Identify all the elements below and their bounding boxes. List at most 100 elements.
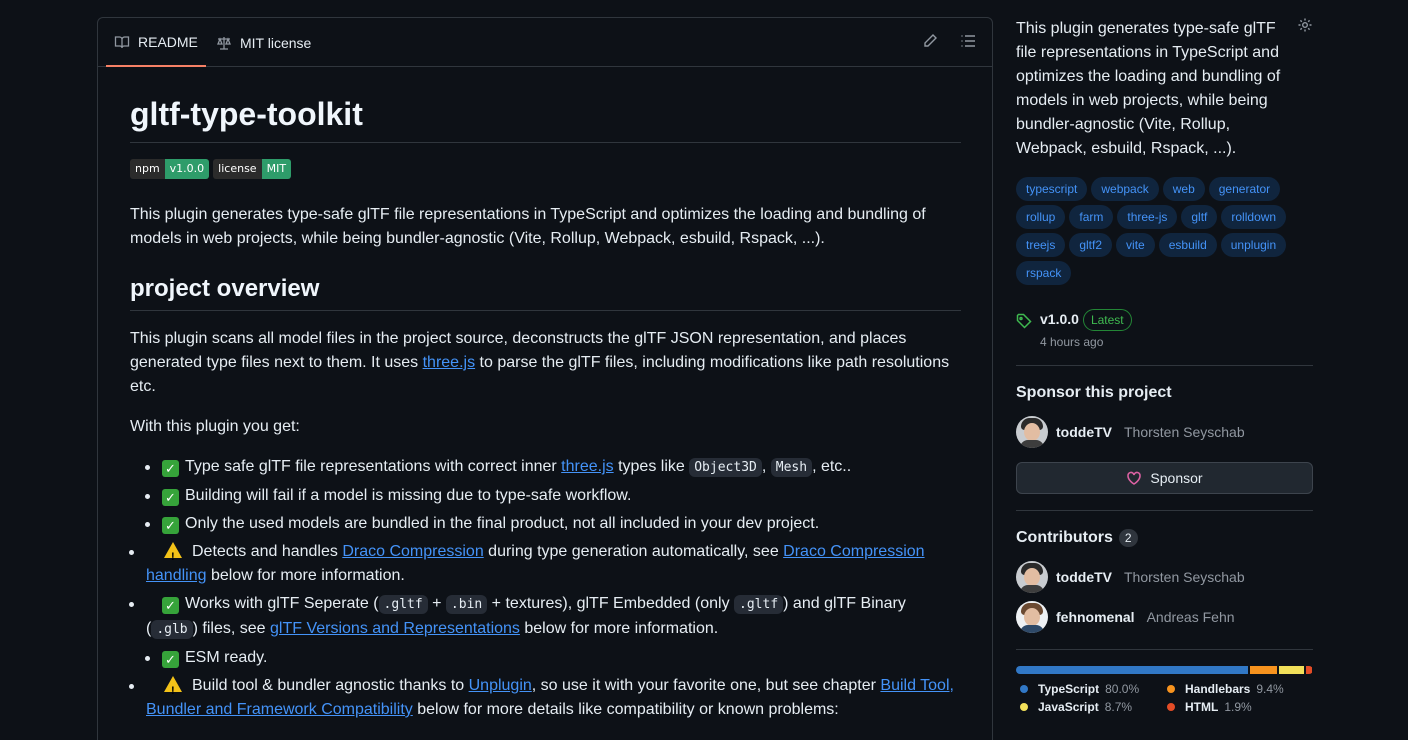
language-name: Handlebars: [1185, 682, 1251, 696]
topic-tag[interactable]: farm: [1069, 205, 1114, 229]
threejs-link[interactable]: three.js: [423, 354, 475, 371]
release-version[interactable]: v1.0.0: [1040, 311, 1079, 327]
tab-license-label: MIT license: [240, 34, 312, 51]
latest-release[interactable]: v1.0.0 Latest 4 hours ago: [1016, 309, 1313, 349]
topic-tag[interactable]: webpack: [1091, 177, 1159, 201]
draco-compression-link[interactable]: Draco Compression: [342, 543, 483, 560]
contributors-heading: Contributors 2: [1016, 529, 1313, 547]
threejs-link[interactable]: three.js: [561, 458, 613, 475]
contributors-label[interactable]: Contributors: [1016, 529, 1113, 547]
avatar[interactable]: [1016, 601, 1048, 633]
contributor-item[interactable]: toddeTV Thorsten Seyschab: [1016, 561, 1313, 593]
feature-text: below for more information.: [206, 567, 405, 584]
language-percent: 80.0%: [1105, 682, 1140, 696]
readme-title: gltf-type-toolkit: [130, 96, 961, 143]
list-item: ✓ ESM ready.: [145, 646, 961, 670]
code-object3d: Object3D: [689, 458, 762, 477]
language-bar-segment: [1306, 666, 1312, 674]
feature-text: ) files, see: [192, 620, 270, 637]
list-item: ✓ Type safe glTF file representations wit…: [145, 455, 961, 480]
contributor-login[interactable]: fehnomenal: [1056, 609, 1135, 625]
latest-badge: Latest: [1082, 309, 1132, 331]
topic-tag[interactable]: rolldown: [1221, 205, 1287, 229]
sponsor-button-label: Sponsor: [1150, 470, 1203, 486]
contributor-fullname: Thorsten Seyschab: [1124, 569, 1245, 585]
code-glb: .glb: [151, 620, 193, 639]
feature-text: +: [427, 595, 446, 612]
topic-tag[interactable]: web: [1162, 177, 1205, 201]
readme-panel: README MIT license gltf-type-toolkit npm…: [97, 17, 993, 740]
sponsor-fullname: Thorsten Seyschab: [1124, 424, 1245, 440]
code-gltf: .gltf: [378, 595, 428, 614]
tab-readme[interactable]: README: [106, 18, 206, 67]
topic-tag[interactable]: gltf: [1181, 205, 1218, 229]
feature-text: during type generation automatically, se…: [483, 543, 784, 560]
sponsor-button[interactable]: Sponsor: [1016, 462, 1313, 494]
overview-paragraph: This plugin scans all model files in the…: [130, 327, 961, 399]
language-item[interactable]: JavaScript 8.7%: [1020, 700, 1167, 714]
check-icon: ✓: [162, 460, 179, 477]
unplugin-link[interactable]: Unplugin: [469, 677, 532, 694]
contributor-item[interactable]: fehnomenal Andreas Fehn: [1016, 601, 1313, 633]
contributors-count: 2: [1118, 529, 1138, 547]
topic-tag[interactable]: three-js: [1117, 205, 1178, 229]
readme-description: This plugin generates type-safe glTF fil…: [130, 206, 926, 247]
topic-tag[interactable]: typescript: [1016, 177, 1088, 201]
sponsor-person[interactable]: toddeTV Thorsten Seyschab: [1016, 416, 1313, 448]
sponsor-login[interactable]: toddeTV: [1056, 424, 1112, 440]
language-item[interactable]: HTML 1.9%: [1167, 700, 1307, 714]
list-icon[interactable]: [960, 33, 976, 49]
warning-icon: [164, 676, 182, 703]
contributor-login[interactable]: toddeTV: [1056, 569, 1112, 585]
gear-icon[interactable]: [1297, 17, 1313, 38]
feature-text: , etc..: [812, 458, 852, 475]
topic-tag[interactable]: generator: [1208, 177, 1281, 201]
language-dot: [1020, 685, 1028, 693]
list-item: ✓ Building will fail if a model is missin…: [145, 484, 961, 508]
license-badge[interactable]: license MIT: [213, 159, 292, 179]
avatar[interactable]: [1016, 561, 1048, 593]
topic-tag[interactable]: rspack: [1016, 261, 1072, 285]
badge-key: license: [213, 159, 262, 179]
badge-value: v1.0.0: [164, 159, 210, 179]
topic-tag[interactable]: rollup: [1016, 205, 1066, 229]
topic-tag[interactable]: unplugin: [1220, 233, 1287, 257]
tab-license[interactable]: MIT license: [216, 18, 311, 67]
language-bar: [1016, 666, 1313, 674]
contributor-fullname: Andreas Fehn: [1146, 609, 1235, 625]
topic-tag[interactable]: esbuild: [1158, 233, 1217, 257]
badge-key: npm: [130, 159, 165, 179]
feature-text: types like: [613, 458, 690, 475]
about-description: This plugin generates type-safe glTF fil…: [1016, 20, 1281, 157]
language-bar-segment: [1250, 666, 1278, 674]
feature-text: ,: [761, 458, 771, 475]
check-icon: ✓: [162, 517, 179, 534]
avatar[interactable]: [1016, 416, 1048, 448]
feature-text: , so use it with your favorite one, but …: [531, 677, 881, 694]
feature-text: Build tool & bundler agnostic thanks to: [192, 677, 469, 694]
check-icon: ✓: [162, 489, 179, 506]
law-icon: [217, 36, 231, 50]
topic-tag[interactable]: gltf2: [1069, 233, 1113, 257]
topic-tag[interactable]: treejs: [1016, 233, 1066, 257]
list-item: Detects and handles Draco Compression du…: [129, 540, 961, 588]
language-item[interactable]: TypeScript 80.0%: [1020, 682, 1167, 696]
language-dot: [1020, 703, 1028, 711]
pencil-icon[interactable]: [922, 33, 938, 49]
badges: npm v1.0.0 license MIT: [130, 159, 961, 179]
language-name: HTML: [1185, 700, 1219, 714]
npm-badge[interactable]: npm v1.0.0: [130, 159, 210, 179]
language-dot: [1167, 685, 1175, 693]
badge-value: MIT: [261, 159, 292, 179]
gltf-versions-link[interactable]: glTF Versions and Representations: [270, 620, 520, 637]
language-percent: 9.4%: [1256, 682, 1284, 696]
features-list: ✓ Type safe glTF file representations wit…: [129, 455, 961, 722]
tag-icon: [1016, 313, 1032, 329]
list-item: ✓ Only the used models are bundled in the…: [145, 512, 961, 536]
language-percent: 8.7%: [1104, 700, 1133, 714]
language-item[interactable]: Handlebars 9.4%: [1167, 682, 1307, 696]
language-bar-segment: [1279, 666, 1305, 674]
topic-tag[interactable]: vite: [1116, 233, 1155, 257]
check-icon: ✓: [162, 651, 179, 668]
feature-text: Type safe glTF file representations with…: [185, 458, 562, 475]
